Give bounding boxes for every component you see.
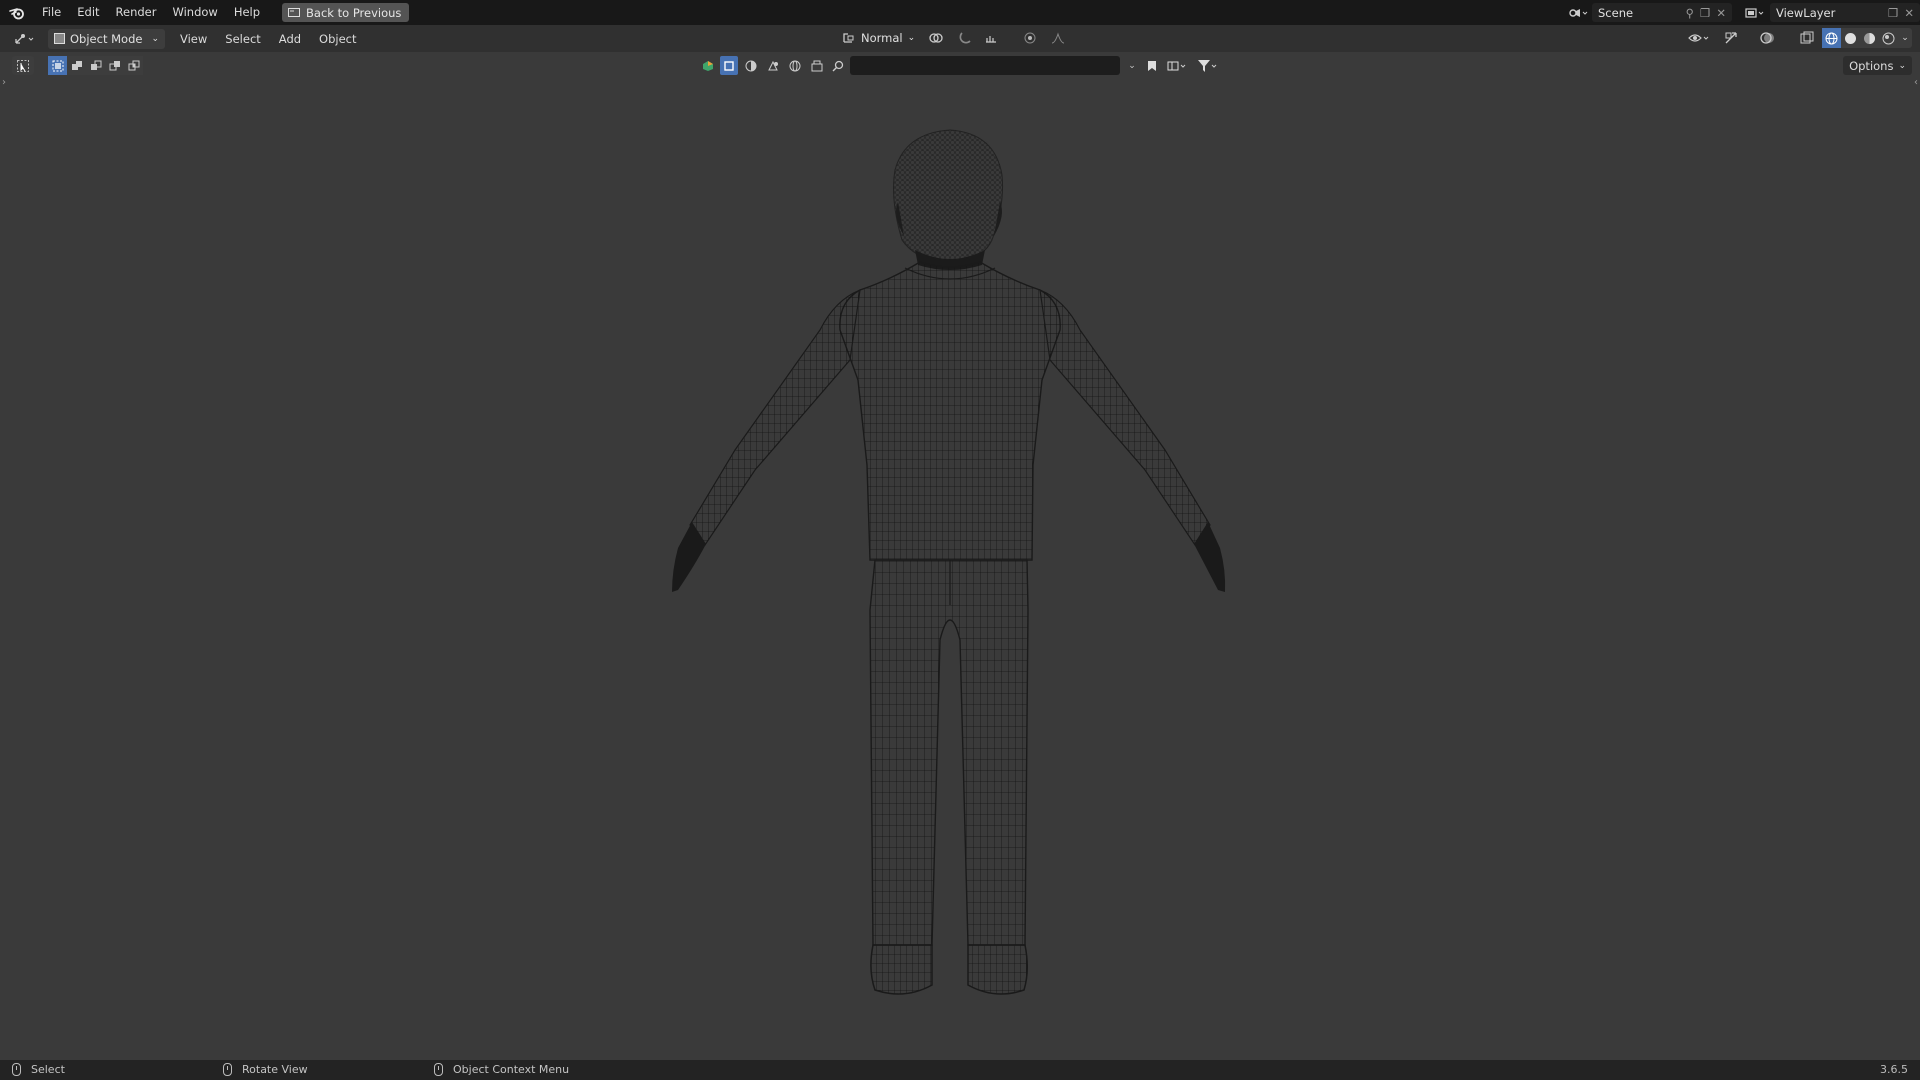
scene-name: Scene xyxy=(1598,5,1634,20)
rendered-shading-icon[interactable] xyxy=(1879,28,1898,48)
menu-file[interactable]: File xyxy=(34,0,69,25)
scene-field[interactable]: Scene ⚲ ❐ ✕ xyxy=(1592,3,1732,22)
select-invert-icon[interactable] xyxy=(105,56,124,75)
chevron-down-icon: ⌄ xyxy=(151,33,159,44)
world-filter-icon[interactable] xyxy=(786,56,804,75)
orientation-label: Normal xyxy=(861,31,903,45)
options-dropdown[interactable]: Options ⌄ xyxy=(1843,56,1912,75)
menu-select[interactable]: Select xyxy=(216,32,269,46)
status-select: Select xyxy=(12,1063,65,1076)
character-jacket xyxy=(689,261,1211,561)
snap-icon[interactable] xyxy=(955,29,977,48)
visibility-icon[interactable] xyxy=(1684,29,1714,48)
close-icon[interactable]: ✕ xyxy=(1716,6,1726,20)
chevron-down-icon[interactable]: ⌄ xyxy=(1898,28,1912,48)
status-context-menu: Object Context Menu xyxy=(434,1063,569,1076)
mesh-filter-icon[interactable] xyxy=(700,56,716,75)
status-rotate-label: Rotate View xyxy=(242,1063,308,1076)
search-input[interactable] xyxy=(850,56,1120,75)
viewport-display-tools: ⌄ xyxy=(1684,28,1912,48)
snap-increment-icon[interactable] xyxy=(983,29,1005,48)
chevron-down-icon: ⌄ xyxy=(907,33,916,43)
menu-object[interactable]: Object xyxy=(310,32,365,46)
viewport-header: Object Mode ⌄ View Select Add Object Nor… xyxy=(0,25,1920,52)
screen-icon xyxy=(288,7,301,17)
orientation-icon xyxy=(843,33,854,43)
menu-window[interactable]: Window xyxy=(164,0,225,25)
chevron-down-icon[interactable]: ⌄ xyxy=(1124,56,1140,75)
character-shoes xyxy=(870,944,1028,995)
blender-logo-icon[interactable] xyxy=(0,0,34,25)
character-pants xyxy=(869,559,1029,946)
new-scene-icon[interactable]: ❐ xyxy=(1700,6,1710,20)
menu-view[interactable]: View xyxy=(171,32,216,46)
solid-shading-icon[interactable] xyxy=(1841,28,1860,48)
menu-add[interactable]: Add xyxy=(270,32,310,46)
mouse-left-icon xyxy=(12,1063,21,1076)
menu-help[interactable]: Help xyxy=(226,0,268,25)
wireframe-shading-icon[interactable] xyxy=(1822,28,1841,48)
pin-icon[interactable]: ⚲ xyxy=(1686,6,1694,20)
select-subtract-icon[interactable] xyxy=(86,56,105,75)
overlays-icon[interactable] xyxy=(1756,29,1786,48)
status-bar: Select Rotate View Object Context Menu 3… xyxy=(0,1060,1920,1080)
select-extend-icon[interactable] xyxy=(67,56,86,75)
close-view-layer-icon[interactable]: ✕ xyxy=(1904,6,1914,20)
top-bar: File Edit Render Window Help Back to Pre… xyxy=(0,0,1920,25)
gizmo-icon[interactable] xyxy=(1718,29,1746,48)
shading-mode-group: ⌄ xyxy=(1822,28,1912,48)
scene-icon[interactable] xyxy=(1564,3,1592,22)
pivot-point-icon[interactable] xyxy=(927,29,949,48)
menu-render[interactable]: Render xyxy=(108,0,165,25)
chevron-down-icon: ⌄ xyxy=(1898,60,1906,71)
view-layer-name: ViewLayer xyxy=(1776,5,1836,20)
back-to-previous-button[interactable]: Back to Previous xyxy=(282,3,410,22)
layout-icon[interactable] xyxy=(1164,56,1190,75)
geometry-filter-icon[interactable] xyxy=(764,56,782,75)
material-filter-icon[interactable] xyxy=(742,56,760,75)
mouse-right-icon xyxy=(434,1063,443,1076)
options-label: Options xyxy=(1849,58,1894,73)
back-to-previous-label: Back to Previous xyxy=(306,5,402,20)
mouse-middle-icon xyxy=(223,1063,232,1076)
orientation-dropdown[interactable]: Normal ⌄ xyxy=(836,28,922,48)
select-new-icon[interactable] xyxy=(48,56,67,75)
object-type-filter-row: ⌄ xyxy=(700,56,1220,75)
object-mode-icon xyxy=(54,33,65,44)
xray-icon[interactable] xyxy=(1796,29,1818,48)
workspace-selectors: Scene ⚲ ❐ ✕ ViewLayer ❐ ✕ xyxy=(1564,0,1920,25)
filter-icon[interactable] xyxy=(1194,56,1220,75)
status-rotate-view: Rotate View xyxy=(223,1063,308,1076)
character-head xyxy=(893,129,1004,270)
falloff-icon[interactable] xyxy=(1047,29,1069,48)
new-view-layer-icon[interactable]: ❐ xyxy=(1888,6,1898,20)
proportional-editing-icon[interactable] xyxy=(1019,29,1041,48)
view-layer-icon[interactable] xyxy=(1740,3,1770,22)
mode-dropdown[interactable]: Object Mode ⌄ xyxy=(48,28,165,49)
search-icon xyxy=(830,56,846,75)
selection-mode-group xyxy=(48,56,143,75)
menu-edit[interactable]: Edit xyxy=(69,0,107,25)
status-select-label: Select xyxy=(31,1063,65,1076)
editor-type-icon[interactable] xyxy=(10,29,40,48)
view-layer-field[interactable]: ViewLayer ❐ ✕ xyxy=(1770,3,1920,22)
object-filter-icon[interactable] xyxy=(720,56,738,75)
character-wireframe[interactable] xyxy=(0,79,1920,1060)
material-preview-icon[interactable] xyxy=(1860,28,1879,48)
select-intersect-icon[interactable] xyxy=(124,56,143,75)
mode-label: Object Mode xyxy=(70,31,143,46)
version-label: 3.6.5 xyxy=(1880,1063,1908,1076)
select-tool-icon[interactable] xyxy=(12,56,34,75)
tool-settings-bar: ⌄ Options ⌄ xyxy=(0,52,1920,79)
collection-filter-icon[interactable] xyxy=(808,56,826,75)
status-context-label: Object Context Menu xyxy=(453,1063,570,1076)
bookmark-icon[interactable] xyxy=(1144,56,1160,75)
transform-tools: Normal ⌄ xyxy=(836,28,1069,48)
3d-viewport[interactable]: › ‹ xyxy=(0,77,1920,1060)
